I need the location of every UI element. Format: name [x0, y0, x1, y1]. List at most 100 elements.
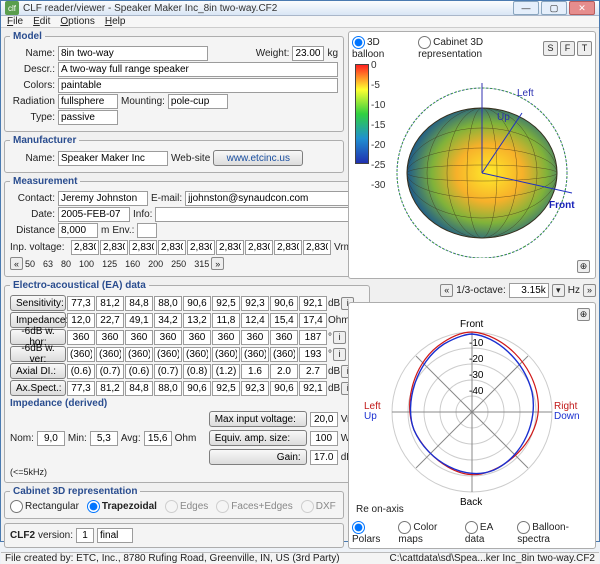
ea-cell[interactable] [125, 330, 153, 345]
ea-cell[interactable] [212, 381, 240, 396]
cabinet-option[interactable]: Faces+Edges [216, 500, 292, 513]
menu-help[interactable]: Help [105, 16, 126, 27]
ea-cell[interactable] [212, 313, 240, 328]
cabinet-option[interactable]: Trapezoidal [87, 500, 157, 513]
ea-cell[interactable] [299, 347, 327, 362]
voltage-cell[interactable] [187, 240, 215, 255]
ea-cell[interactable] [270, 296, 298, 311]
ea-cell[interactable] [270, 364, 298, 379]
ea-cell[interactable] [67, 347, 95, 362]
email-input[interactable] [185, 191, 373, 206]
ea-cell[interactable] [270, 330, 298, 345]
ea-cell[interactable] [299, 296, 327, 311]
env-input[interactable] [137, 223, 157, 238]
voltage-cell[interactable] [71, 240, 99, 255]
octave-prev-button[interactable]: « [440, 284, 453, 297]
ea-cell[interactable] [183, 296, 211, 311]
ea-cell[interactable] [241, 364, 269, 379]
view-f-button[interactable]: F [560, 41, 575, 56]
ea-cell[interactable] [299, 364, 327, 379]
ea-cell[interactable] [125, 313, 153, 328]
cabinet-option[interactable]: Rectangular [10, 500, 79, 513]
ea-cell[interactable] [299, 313, 327, 328]
ea-cell[interactable] [96, 364, 124, 379]
ea-cell[interactable] [183, 381, 211, 396]
ea-cell[interactable] [67, 330, 95, 345]
voltage-cell[interactable] [245, 240, 273, 255]
ea-cell[interactable] [183, 330, 211, 345]
ea-cell[interactable] [125, 381, 153, 396]
weight-input[interactable] [292, 46, 324, 61]
ea-cell[interactable] [154, 330, 182, 345]
mounting-input[interactable] [168, 94, 228, 109]
ea-cell[interactable] [125, 296, 153, 311]
ea-cell[interactable] [96, 313, 124, 328]
ea-cell[interactable] [67, 313, 95, 328]
ea-row-label[interactable]: -6dB w. ver: [10, 346, 66, 362]
nom-input[interactable] [37, 431, 65, 446]
balloon-expand-icon[interactable]: ⊕ [577, 260, 590, 273]
polar-option[interactable]: Polars [352, 521, 390, 545]
info-icon[interactable]: i [333, 348, 346, 361]
maximize-button[interactable]: ▢ [541, 1, 567, 15]
state-input[interactable] [97, 528, 133, 543]
balloon-option[interactable]: 3D balloon [352, 36, 410, 60]
polar-plot[interactable]: -10 -20 -30 -40 Front Back Left Up Right… [352, 306, 592, 520]
ea-cell[interactable] [212, 347, 240, 362]
ea-cell[interactable] [183, 313, 211, 328]
octave-next-button[interactable]: » [583, 284, 596, 297]
ea-cell[interactable] [299, 330, 327, 345]
voltage-cell[interactable] [274, 240, 302, 255]
ea-cell[interactable] [67, 296, 95, 311]
voltage-cell[interactable] [129, 240, 157, 255]
website-button[interactable]: www.etcinc.us [213, 150, 303, 166]
ea-row-label[interactable]: Sensitivity: [10, 295, 66, 311]
date-input[interactable] [58, 207, 130, 222]
menu-options[interactable]: Options [60, 16, 94, 27]
voltage-cell[interactable] [216, 240, 244, 255]
name-input[interactable] [58, 46, 208, 61]
ea-cell[interactable] [241, 381, 269, 396]
voltage-cell[interactable] [158, 240, 186, 255]
ea-row-label[interactable]: Ax.Spect.: [10, 380, 66, 396]
avg-input[interactable] [144, 431, 172, 446]
colors-input[interactable] [58, 78, 338, 93]
type-input[interactable] [58, 110, 118, 125]
cabinet-option[interactable]: Edges [165, 500, 208, 513]
octave-value[interactable] [509, 283, 549, 298]
voltage-cell[interactable] [100, 240, 128, 255]
balloon-option[interactable]: Cabinet 3D representation [418, 36, 540, 60]
ea-cell[interactable] [125, 364, 153, 379]
contact-input[interactable] [58, 191, 148, 206]
polar-expand-icon[interactable]: ⊕ [577, 308, 590, 321]
polar-option[interactable]: Color maps [398, 521, 457, 545]
max-input-voltage-value[interactable] [310, 412, 338, 427]
ea-cell[interactable] [96, 381, 124, 396]
ea-cell[interactable] [154, 313, 182, 328]
min-input[interactable] [90, 431, 118, 446]
menu-file[interactable]: File [7, 16, 23, 27]
mfr-name-input[interactable] [58, 151, 168, 166]
ea-cell[interactable] [67, 364, 95, 379]
ea-cell[interactable] [183, 347, 211, 362]
equiv-amp-value[interactable] [310, 431, 338, 446]
ea-cell[interactable] [270, 313, 298, 328]
close-button[interactable]: ✕ [569, 1, 595, 15]
ea-cell[interactable] [299, 381, 327, 396]
ea-cell[interactable] [154, 381, 182, 396]
freq-prev-button[interactable]: « [10, 257, 23, 270]
cabinet-option[interactable]: DXF [301, 500, 336, 513]
ea-cell[interactable] [212, 330, 240, 345]
polar-option[interactable]: Balloon-spectra [517, 521, 592, 545]
ea-cell[interactable] [96, 296, 124, 311]
view-t-button[interactable]: T [577, 41, 592, 56]
radiation-input[interactable] [58, 94, 118, 109]
ea-cell[interactable] [241, 347, 269, 362]
info-icon[interactable]: i [333, 331, 346, 344]
ea-cell[interactable] [241, 313, 269, 328]
ea-cell[interactable] [67, 381, 95, 396]
voltage-cell[interactable] [303, 240, 331, 255]
balloon-plot[interactable]: 0-5-10-15-20-25-30 [352, 61, 592, 275]
ea-row-label[interactable]: Axial DI.: [10, 363, 66, 379]
distance-input[interactable] [58, 223, 98, 238]
